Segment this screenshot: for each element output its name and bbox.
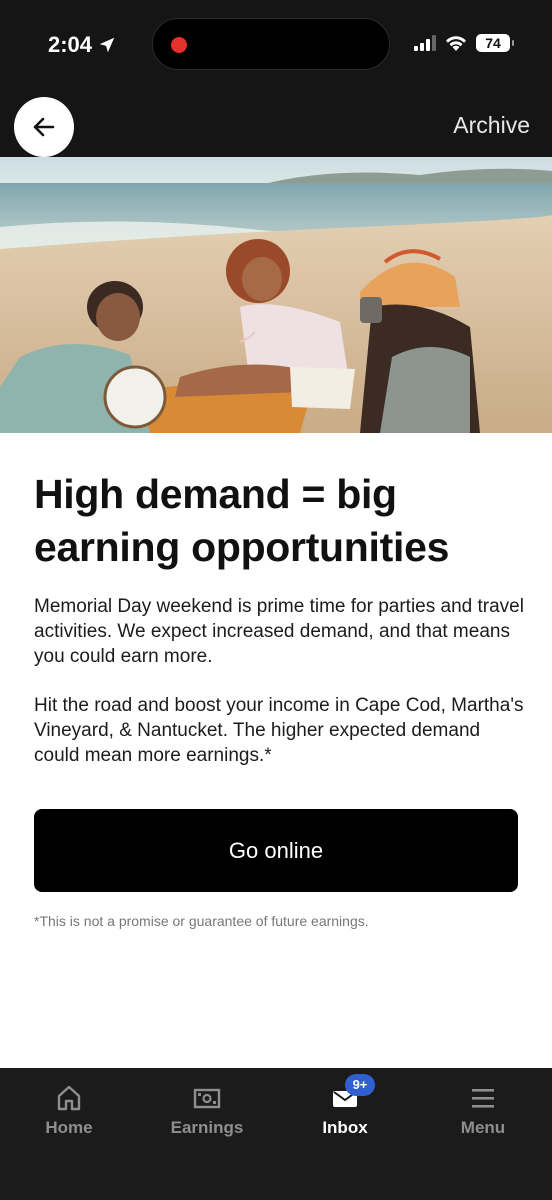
disclaimer-text: *This is not a promise or guarantee of f… <box>34 913 369 929</box>
tab-menu-label: Menu <box>460 1118 506 1137</box>
location-arrow-icon <box>99 37 115 53</box>
tab-home-label: Home <box>45 1118 93 1137</box>
clock-time: 2:04 <box>48 32 93 57</box>
tab-earnings[interactable]: Earnings <box>147 1082 267 1138</box>
cellular-signal-icon <box>414 35 436 51</box>
tab-menu[interactable]: Menu <box>423 1082 543 1138</box>
hero-image <box>0 157 552 433</box>
menu-icon <box>472 1089 494 1108</box>
article-paragraph-2: Hit the road and boost your income in Ca… <box>34 695 524 766</box>
back-button[interactable] <box>14 97 74 157</box>
status-bar: 2:04 74 <box>0 0 552 90</box>
go-online-button[interactable]: Go online <box>34 809 518 892</box>
recording-indicator-icon <box>171 37 187 53</box>
tab-earnings-label: Earnings <box>170 1118 244 1137</box>
home-icon <box>57 1085 81 1111</box>
tab-inbox[interactable]: 9+ Inbox <box>285 1074 405 1138</box>
article-paragraph-1: Memorial Day weekend is prime time for p… <box>34 596 524 667</box>
clock: 2:04 <box>48 32 116 58</box>
header-bar: Archive <box>0 90 552 157</box>
archive-button[interactable]: Archive <box>453 112 530 139</box>
back-arrow-icon <box>33 117 55 137</box>
wifi-icon <box>446 36 466 51</box>
tab-inbox-label: Inbox <box>322 1118 368 1137</box>
system-icons: 74 <box>414 34 514 52</box>
beach-photo-illustration <box>0 157 552 433</box>
tab-home[interactable]: Home <box>9 1082 129 1138</box>
article-title: High demand = big earning opportunities <box>34 471 450 570</box>
inbox-unread-badge: 9+ <box>345 1074 375 1096</box>
bottom-tab-bar: Home Earnings 9+ Inbox Menu <box>0 1068 552 1200</box>
dynamic-island <box>152 18 390 70</box>
earnings-icon <box>193 1088 221 1109</box>
battery-indicator: 74 <box>476 34 514 52</box>
